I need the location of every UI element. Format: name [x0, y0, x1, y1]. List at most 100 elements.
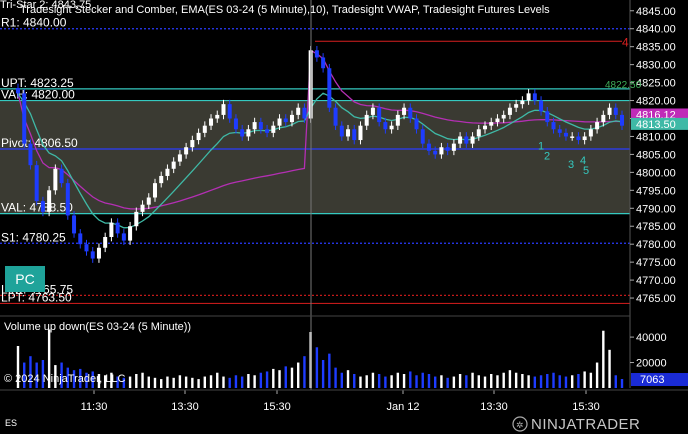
volume-bar — [602, 330, 605, 388]
volume-bar — [527, 375, 530, 388]
brand-text: NINJATRADER — [531, 416, 640, 433]
volume-bar — [353, 374, 356, 388]
time-tick-label: 11:30 — [81, 401, 108, 413]
candle — [65, 178, 70, 220]
volume-bar — [477, 375, 480, 388]
volume-bar — [135, 374, 138, 388]
time-tick-label: 13:30 — [480, 401, 508, 413]
volume-bar — [303, 356, 306, 388]
volume-bar — [216, 372, 219, 388]
volume-bar — [334, 367, 337, 388]
volume-bar — [440, 375, 443, 388]
price-tick-label: 4765.00 — [636, 293, 676, 305]
volume-panel-title: Volume up down(ES 03-24 (5 Minute)) — [4, 321, 191, 333]
price-tick-label: 4790.00 — [636, 203, 676, 215]
price-tick-label: 4835.00 — [636, 42, 676, 54]
volume-bar — [558, 375, 561, 388]
volume-bar — [490, 374, 493, 388]
level-label-lpt: LPT: 4763.50 — [1, 290, 72, 304]
price-tick-label: 4805.00 — [636, 149, 676, 161]
indicator-legend: Tradesight Stecker and Comber, EMA(ES 03… — [20, 4, 550, 16]
volume-bar — [371, 372, 375, 388]
volume-bar — [253, 375, 256, 388]
volume-bar — [608, 349, 611, 388]
volume-bar — [247, 374, 250, 388]
volume-bar — [514, 372, 518, 388]
volume-bar — [533, 376, 537, 388]
volume-bar — [297, 362, 300, 388]
volume-bar — [421, 372, 424, 388]
price-tick-label: 4770.00 — [636, 275, 676, 287]
volume-bar — [396, 372, 400, 388]
volume-bar — [483, 376, 487, 388]
price-tick-label: 4810.00 — [636, 131, 676, 143]
volume-bar — [415, 375, 418, 388]
volume-bar — [147, 376, 150, 388]
volume-bar — [359, 376, 362, 388]
price-tick-label: 4825.00 — [636, 78, 676, 90]
pc-button[interactable]: PC — [5, 266, 45, 292]
volume-bar — [203, 376, 207, 388]
volume-bar — [546, 374, 549, 388]
level-label-s1: S1: 4780.25 — [1, 230, 66, 244]
candle — [327, 63, 332, 113]
wave-count-label: 3 — [568, 159, 574, 171]
volume-bar — [166, 376, 169, 388]
volume-bar — [402, 374, 406, 388]
volume-bar — [265, 371, 269, 388]
volume-bar — [141, 372, 144, 388]
volume-bar — [365, 375, 368, 388]
time-tick-label: 15:30 — [263, 401, 291, 413]
price-tick-label: 4840.00 — [636, 24, 676, 36]
value-area-band — [0, 100, 630, 214]
volume-bar — [496, 375, 499, 388]
instrument-label: ES — [5, 418, 17, 428]
volume-bar — [508, 370, 512, 388]
volume-bar — [595, 362, 599, 388]
volume-bar — [589, 372, 593, 388]
volume-bar — [564, 376, 568, 388]
volume-bar — [521, 374, 524, 388]
volume-bar — [539, 375, 543, 388]
volume-bar — [446, 377, 449, 388]
volume-bar — [222, 376, 225, 388]
volume-bar — [240, 376, 244, 388]
volume-bar — [452, 376, 456, 388]
price-tick-label: 4775.00 — [636, 257, 676, 269]
chart-window: R1: 4840.00 UPT: 4823.25 VAH: 4820.00 Pivot… — [0, 0, 688, 434]
svg-text:✲: ✲ — [516, 420, 524, 430]
volume-bar — [328, 353, 331, 388]
volume-bar — [340, 372, 343, 388]
volume-bar — [178, 375, 182, 388]
volume-bar — [577, 374, 580, 388]
volume-bar — [172, 377, 175, 388]
price-tick-label: 4795.00 — [636, 185, 676, 197]
volume-bar — [409, 371, 412, 388]
volume-bar — [160, 379, 163, 388]
volume-bar — [502, 372, 505, 388]
volume-last-tag-label: 7063 — [640, 374, 664, 386]
candle — [22, 89, 27, 148]
price-tick-label: 4785.00 — [636, 221, 676, 233]
volume-bar — [259, 372, 263, 388]
volume-bar — [153, 377, 157, 388]
volume-bar — [228, 377, 231, 388]
candle — [53, 164, 58, 195]
time-tick-label: 13:30 — [171, 401, 199, 413]
volume-bar — [552, 372, 555, 388]
price-tick-label: 4800.00 — [636, 167, 676, 179]
volume-bar — [290, 367, 294, 388]
candle — [34, 160, 39, 206]
volume-bar — [390, 375, 393, 388]
volume-bar — [583, 371, 586, 388]
volume-bar — [284, 366, 287, 388]
level-label-vah: VAH: 4820.00 — [1, 88, 75, 102]
candle — [28, 139, 33, 170]
volume-bar — [458, 374, 462, 388]
volume-tick-label: 20000 — [636, 358, 667, 370]
price-tick-label: 4830.00 — [636, 60, 676, 72]
wave-count-label: 2 — [544, 151, 550, 163]
level-marker-label: 4 — [622, 35, 629, 49]
volume-bar — [620, 379, 624, 388]
price-chart[interactable]: R1: 4840.00UPT: 4823.25VAH: 4820.00Pivot… — [0, 0, 688, 434]
